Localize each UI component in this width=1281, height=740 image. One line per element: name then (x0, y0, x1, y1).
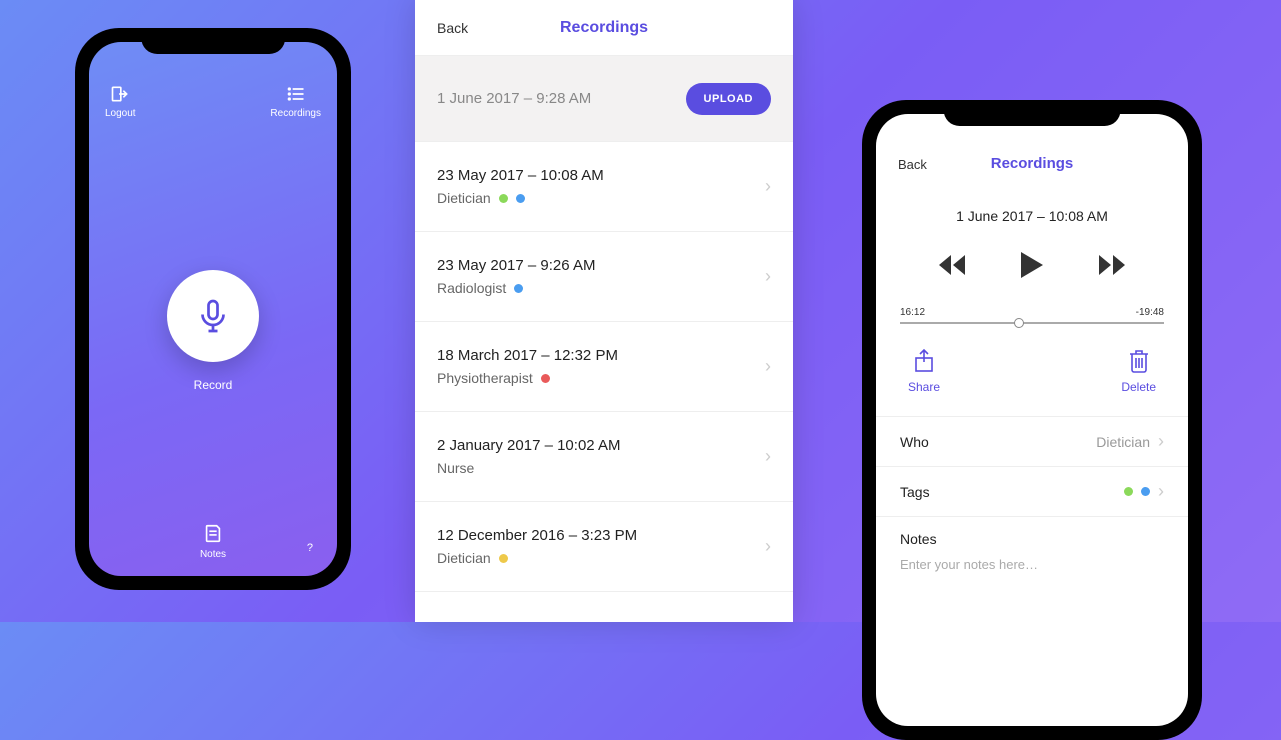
upload-date: 1 June 2017 – 9:28 AM (437, 90, 591, 107)
page-title: Recordings (991, 155, 1074, 172)
microphone-icon (195, 298, 231, 334)
help-button[interactable]: ? (307, 542, 313, 554)
list-item-date: 2 January 2017 – 10:02 AM (437, 437, 620, 454)
play-icon (1021, 252, 1043, 278)
share-icon (913, 348, 935, 374)
delete-button[interactable]: Delete (1121, 348, 1156, 394)
notes-icon (202, 523, 224, 545)
list-item[interactable]: 12 December 2016 – 3:23 PM Dietician › (415, 502, 793, 592)
list-item[interactable]: 23 May 2017 – 9:26 AM Radiologist › (415, 232, 793, 322)
rewind-button[interactable] (939, 255, 965, 280)
fast-forward-button[interactable] (1099, 255, 1125, 280)
list-item[interactable]: 23 May 2017 – 10:08 AM Dietician › (415, 142, 793, 232)
tag-dot-blue (516, 194, 525, 203)
list-item-date: 12 December 2016 – 3:23 PM (437, 527, 637, 544)
trash-icon (1128, 348, 1150, 374)
tags-label: Tags (900, 484, 930, 500)
chevron-right-icon: › (765, 176, 771, 197)
list-item-role: Physiotherapist (437, 370, 533, 386)
list-item-role: Nurse (437, 460, 474, 476)
list-item[interactable]: 2 January 2017 – 10:02 AM Nurse › (415, 412, 793, 502)
delete-label: Delete (1121, 380, 1156, 394)
slider-thumb[interactable] (1014, 318, 1024, 328)
share-label: Share (908, 380, 940, 394)
phone-record-screen: Logout Recordings Record (75, 28, 351, 590)
tags-row[interactable]: Tags › (876, 466, 1188, 516)
logout-icon (110, 84, 130, 104)
notes-label: Notes (900, 531, 1164, 547)
back-button[interactable]: Back (437, 20, 468, 36)
list-item-date: 18 March 2017 – 12:32 PM (437, 347, 618, 364)
notes-label: Notes (200, 549, 226, 560)
time-remaining: -19:48 (1136, 307, 1164, 318)
phone-notch (944, 100, 1121, 126)
notes-row[interactable]: Notes Enter your notes here… (876, 516, 1188, 586)
logout-label: Logout (105, 108, 136, 119)
recordings-label: Recordings (270, 108, 321, 119)
upload-button[interactable]: UPLOAD (686, 83, 771, 115)
record-label: Record (194, 378, 233, 392)
playback-slider[interactable] (900, 322, 1164, 324)
play-button[interactable] (1021, 252, 1043, 283)
player-date: 1 June 2017 – 10:08 AM (876, 208, 1188, 224)
who-row[interactable]: Who Dietician › (876, 416, 1188, 466)
chevron-right-icon: › (1158, 431, 1164, 452)
time-elapsed: 16:12 (900, 307, 925, 318)
list-item[interactable]: 18 March 2017 – 12:32 PM Physiotherapist › (415, 322, 793, 412)
chevron-right-icon: › (765, 266, 771, 287)
recordings-button[interactable]: Recordings (270, 84, 321, 119)
notes-input[interactable]: Enter your notes here… (900, 557, 1164, 572)
chevron-right-icon: › (765, 536, 771, 557)
tag-dot-green (499, 194, 508, 203)
recordings-list-panel: Back Recordings 1 June 2017 – 9:28 AM UP… (415, 0, 793, 622)
notes-button[interactable]: Notes (200, 523, 226, 560)
tag-dot-yellow (499, 554, 508, 563)
chevron-right-icon: › (765, 446, 771, 467)
list-item-date: 23 May 2017 – 10:08 AM (437, 167, 604, 184)
record-button[interactable] (167, 270, 259, 362)
upload-row: 1 June 2017 – 9:28 AM UPLOAD (415, 56, 793, 142)
who-label: Who (900, 434, 929, 450)
tag-dot-blue (1141, 487, 1150, 496)
phone-player-screen: Back Recordings 1 June 2017 – 10:08 AM (862, 100, 1202, 740)
share-button[interactable]: Share (908, 348, 940, 394)
list-item-date: 23 May 2017 – 9:26 AM (437, 257, 595, 274)
list-item-role: Dietician (437, 550, 491, 566)
chevron-right-icon: › (765, 356, 771, 377)
tag-dot-blue (514, 284, 523, 293)
tag-dot-red (541, 374, 550, 383)
logout-button[interactable]: Logout (105, 84, 136, 119)
list-item-role: Dietician (437, 190, 491, 206)
chevron-right-icon: › (1158, 481, 1164, 502)
page-title: Recordings (560, 19, 648, 37)
list-item-role: Radiologist (437, 280, 506, 296)
phone-notch (141, 28, 285, 54)
who-value: Dietician (1096, 434, 1150, 450)
rewind-icon (939, 255, 965, 275)
tag-dot-green (1124, 487, 1133, 496)
list-icon (286, 84, 306, 104)
fast-forward-icon (1099, 255, 1125, 275)
back-button[interactable]: Back (898, 157, 927, 172)
